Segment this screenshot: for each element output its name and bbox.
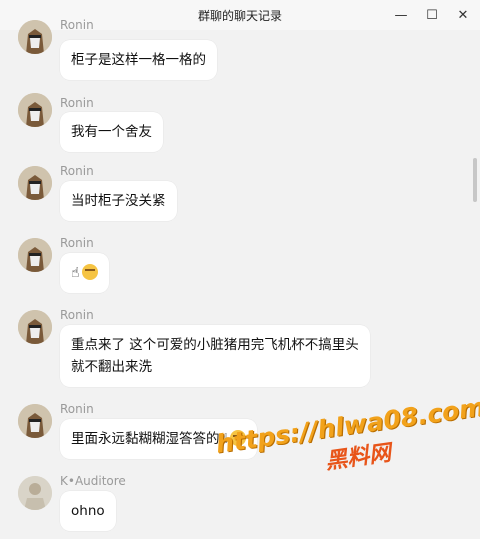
sender-name: K•Auditore xyxy=(60,474,126,488)
dog-avatar-icon xyxy=(18,93,52,127)
message-text-line: 就不翻出来洗 xyxy=(71,359,152,375)
dog-avatar-icon xyxy=(18,20,52,54)
sender-name: Ronin xyxy=(60,308,94,322)
avatar[interactable] xyxy=(18,404,52,438)
message-bubble[interactable]: 当时柜子没关紧 xyxy=(60,181,177,221)
sender-name: Ronin xyxy=(60,164,94,178)
dog-avatar-icon xyxy=(18,166,52,200)
sender-name: Ronin xyxy=(60,18,94,32)
message-text: 我有一个舍友 xyxy=(71,124,152,140)
sender-name: Ronin xyxy=(60,96,94,110)
message-text: 柜子是这样一格一格的 xyxy=(71,52,206,68)
dog-avatar-icon xyxy=(18,310,52,344)
message-text-line: 重点来了 这个可爱的小脏猪用完飞机杯不搞里头 xyxy=(71,337,359,353)
message-text: 当时柜子没关紧 xyxy=(71,193,166,209)
message-text: 里面永远黏糊糊湿答答的 xyxy=(71,431,220,447)
scrollbar-thumb[interactable] xyxy=(473,158,477,202)
avatar[interactable] xyxy=(18,20,52,54)
message-text: ohno xyxy=(71,503,105,519)
avatar[interactable] xyxy=(18,310,52,344)
message-bubble[interactable]: ohno xyxy=(60,491,116,531)
message-bubble[interactable]: 重点来了 这个可爱的小脏猪用完飞机杯不搞里头 就不翻出来洗 xyxy=(60,325,370,387)
avatar[interactable] xyxy=(18,166,52,200)
avatar[interactable] xyxy=(18,238,52,272)
character-avatar-icon xyxy=(18,476,52,510)
message-bubble[interactable]: 柜子是这样一格一格的 xyxy=(60,40,217,80)
dog-avatar-icon xyxy=(18,404,52,438)
dog-avatar-icon xyxy=(18,238,52,272)
avatar[interactable] xyxy=(18,476,52,510)
message-bubble[interactable]: 我有一个舍友 xyxy=(60,112,163,152)
nerd-face-icon xyxy=(81,264,98,280)
avatar[interactable] xyxy=(18,93,52,127)
sender-name: Ronin xyxy=(60,402,94,416)
scrollbar[interactable] xyxy=(470,30,480,539)
index-up-hand-icon: ☝ xyxy=(71,265,80,281)
message-bubble[interactable]: ☝ xyxy=(60,253,109,293)
sender-name: Ronin xyxy=(60,236,94,250)
